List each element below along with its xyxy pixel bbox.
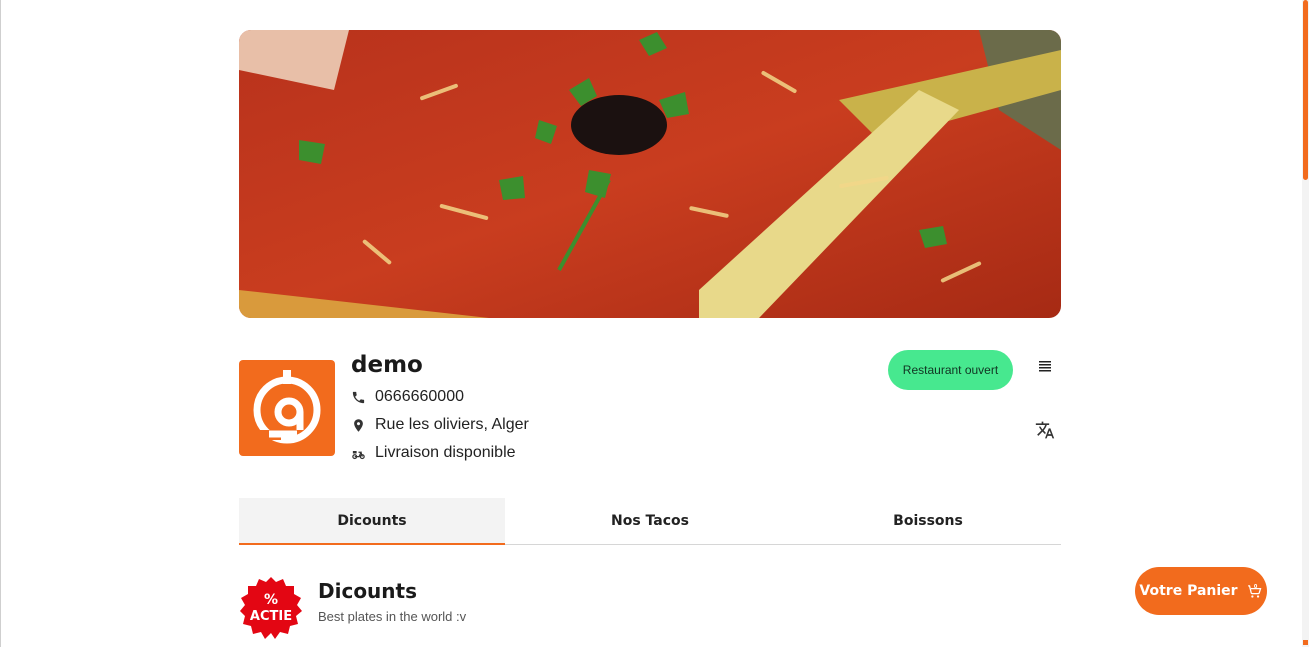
list-menu-icon[interactable] <box>1036 358 1054 374</box>
tab-dicounts[interactable]: Dicounts <box>239 498 505 545</box>
scrollbar-end-marker <box>1303 640 1308 645</box>
tab-boissons[interactable]: Boissons <box>795 498 1061 544</box>
translate-icon[interactable] <box>1035 420 1055 440</box>
scrollbar[interactable] <box>1302 0 1309 647</box>
restaurant-logo <box>239 360 335 456</box>
scooter-icon <box>352 450 365 459</box>
restaurant-name: demo <box>351 352 423 378</box>
restaurant-banner-image <box>239 30 1061 318</box>
delivery-availability: Livraison disponible <box>375 444 516 461</box>
section-subtitle: Best plates in the world :v <box>318 609 467 624</box>
restaurant-phone[interactable]: 0666660000 <box>375 388 464 406</box>
page-left-border <box>0 0 1 647</box>
tab-nos-tacos[interactable]: Nos Tacos <box>505 498 795 544</box>
translate-icon-graphic <box>1035 421 1055 439</box>
restaurant-address: Rue les oliviers, Alger <box>375 416 529 433</box>
discount-badge-icon: % ACTIE <box>239 576 303 640</box>
pizza-photo <box>239 30 1061 318</box>
restaurant-logo-icon <box>249 370 321 444</box>
section-title: Dicounts <box>318 579 417 603</box>
restaurant-delivery-row: Livraison disponible <box>351 444 516 462</box>
cart-button[interactable]: Votre Panier 0 <box>1135 567 1267 615</box>
cart-icon: 0 <box>1247 583 1261 598</box>
discount-badge-graphic: % ACTIE <box>240 577 302 639</box>
list-menu-icon-graphic <box>1039 361 1051 372</box>
restaurant-status-badge: Restaurant ouvert <box>888 350 1013 390</box>
restaurant-phone-row[interactable]: 0666660000 <box>351 388 464 406</box>
scrollbar-thumb[interactable] <box>1303 0 1308 180</box>
location-pin-icon <box>354 418 363 432</box>
cart-button-label: Votre Panier <box>1139 583 1238 599</box>
category-tabs: Dicounts Nos Tacos Boissons <box>239 498 1061 545</box>
cart-count: 0 <box>1253 583 1257 589</box>
restaurant-address-row: Rue les oliviers, Alger <box>351 416 529 434</box>
discount-badge-text: ACTIE <box>250 609 292 624</box>
discount-badge-symbol: % <box>264 592 278 608</box>
phone-icon <box>352 391 365 403</box>
